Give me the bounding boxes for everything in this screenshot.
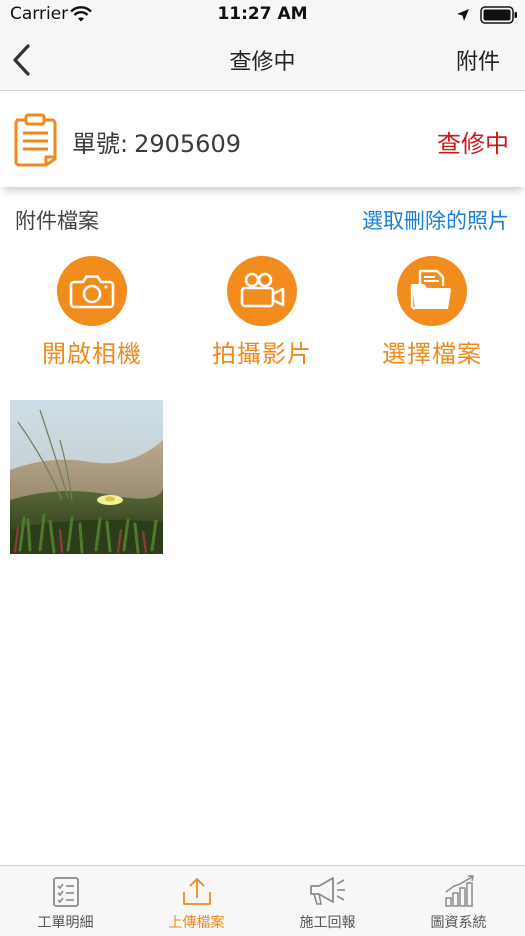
choose-file-button[interactable]: 選擇檔案 xyxy=(362,256,502,368)
clipboard-document-icon xyxy=(12,113,58,171)
status-bar: Carrier 11:27 AM xyxy=(0,0,525,30)
page-title: 查修中 xyxy=(229,50,296,75)
tab-map-data-system[interactable]: 圖資系統 xyxy=(393,866,524,936)
chevron-left-icon xyxy=(13,44,30,76)
order-info-card: 單號: 2905609 查修中 xyxy=(0,91,525,187)
bar-chart-icon xyxy=(444,875,474,907)
back-button[interactable] xyxy=(8,42,40,78)
upload-icon xyxy=(182,878,211,905)
order-number-label: 單號: xyxy=(72,130,129,158)
tab-work-order-details-label: 工單明細 xyxy=(37,915,94,931)
battery-icon xyxy=(480,6,518,28)
open-camera-button[interactable]: 開啟相機 xyxy=(22,256,162,368)
status-badge: 查修中 xyxy=(437,130,509,158)
attachment-photo-thumbnail[interactable] xyxy=(10,400,163,554)
tab-work-order-details[interactable]: 工單明細 xyxy=(0,866,131,936)
tab-upload-files[interactable]: 上傳檔案 xyxy=(131,866,262,936)
navigation-bar: 查修中 附件 xyxy=(0,30,525,91)
camera-icon xyxy=(57,256,127,326)
tab-construction-report[interactable]: 施工回報 xyxy=(262,866,393,936)
attachments-section-title: 附件檔案 xyxy=(15,209,99,233)
clock-time: 11:27 AM xyxy=(217,4,308,24)
bottom-tab-bar: 工單明細 上傳檔案 施工回報 圖資系統 xyxy=(0,865,525,936)
record-video-button[interactable]: 拍攝影片 xyxy=(192,256,332,368)
open-camera-label: 開啟相機 xyxy=(42,340,142,368)
record-video-label: 拍攝影片 xyxy=(212,340,312,368)
megaphone-icon xyxy=(309,877,345,905)
tab-map-data-system-label: 圖資系統 xyxy=(430,915,487,931)
folder-icon xyxy=(397,256,467,326)
tab-upload-files-label: 上傳檔案 xyxy=(168,915,225,931)
choose-file-label: 選擇檔案 xyxy=(382,340,482,368)
attachments-nav-button[interactable]: 附件 xyxy=(456,44,500,76)
tab-construction-report-label: 施工回報 xyxy=(299,915,356,931)
order-number-value: 2905609 xyxy=(134,130,241,158)
select-photos-to-delete-link[interactable]: 選取刪除的照片 xyxy=(362,205,509,235)
video-camera-icon xyxy=(227,256,297,326)
checklist-icon xyxy=(52,877,79,907)
order-number: 單號: 2905609 xyxy=(72,124,241,159)
location-arrow-icon xyxy=(456,7,470,26)
